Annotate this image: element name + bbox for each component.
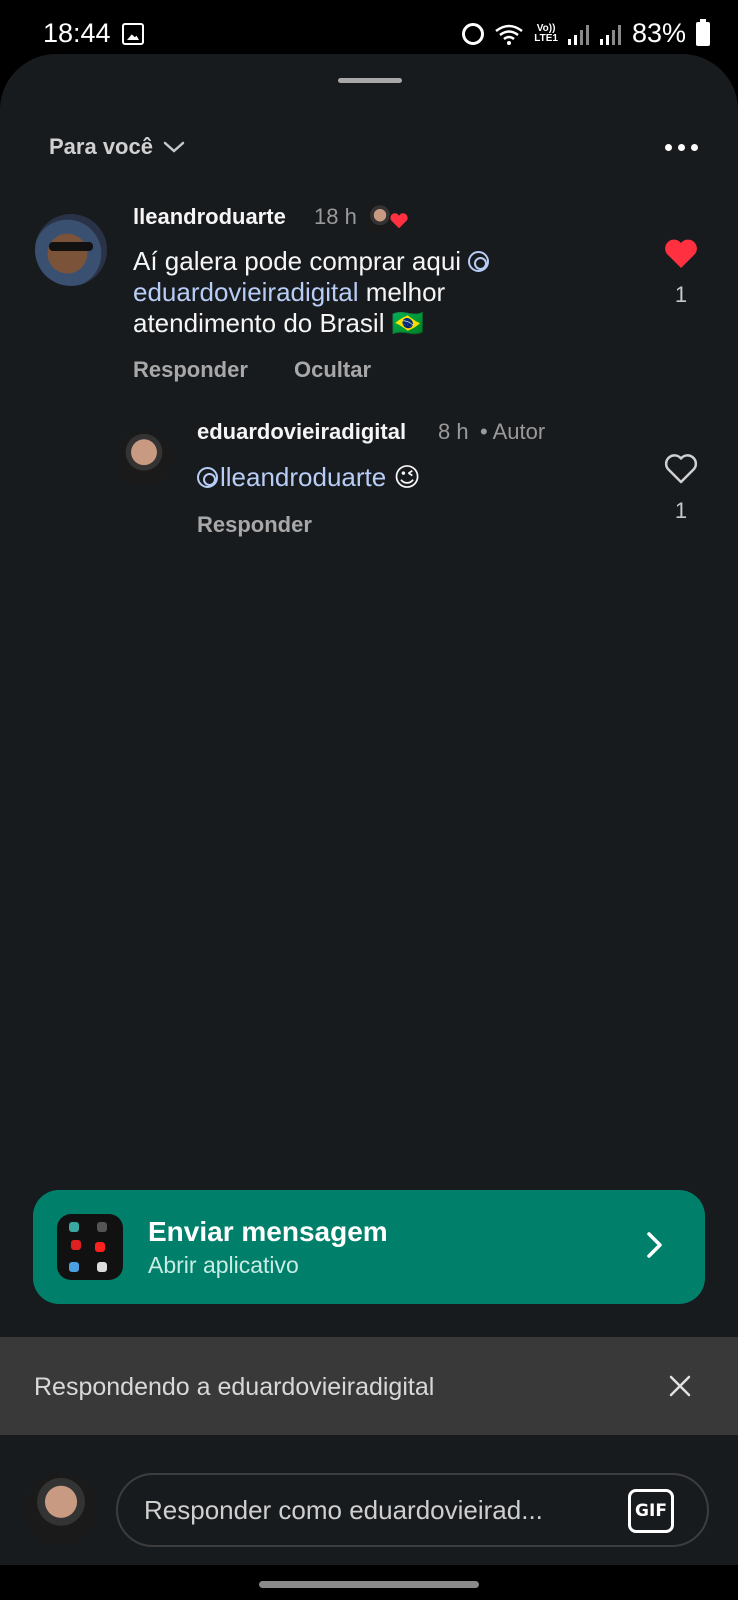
reply-input[interactable] bbox=[116, 1473, 709, 1547]
current-user-avatar bbox=[25, 1473, 97, 1545]
more-horizontal-icon bbox=[665, 144, 672, 151]
close-icon[interactable] bbox=[666, 1372, 694, 1400]
cta-title: Enviar mensagem bbox=[148, 1216, 388, 1247]
comment-username[interactable]: lleandroduarte bbox=[133, 204, 286, 230]
chevron-right-icon bbox=[647, 1232, 662, 1258]
hide-button[interactable]: Ocultar bbox=[294, 357, 371, 383]
threads-at-icon bbox=[197, 467, 218, 488]
wifi-icon bbox=[495, 24, 523, 45]
system-nav-bar bbox=[0, 1565, 738, 1600]
gif-button[interactable]: GIF bbox=[628, 1489, 674, 1533]
reply-button[interactable]: Responder bbox=[197, 512, 312, 538]
heart-filled-icon[interactable] bbox=[663, 237, 699, 269]
battery-percent: 83% bbox=[631, 18, 686, 48]
author-badge: • Autor bbox=[480, 419, 546, 444]
signal-icon bbox=[567, 23, 590, 45]
filter-label: Para você bbox=[49, 134, 153, 159]
status-icons: Vo)) LTE1 83% bbox=[462, 18, 710, 49]
battery-icon bbox=[696, 18, 710, 46]
reply-button[interactable]: Responder bbox=[133, 357, 248, 383]
status-time: 18:44 bbox=[43, 18, 111, 48]
avatar-eduardovieiradigital[interactable] bbox=[115, 429, 173, 487]
gallery-notification-icon bbox=[122, 23, 144, 45]
author-liked-heart-icon bbox=[388, 211, 410, 231]
replying-to-text: Respondendo a eduardovieiradigital bbox=[34, 1373, 435, 1401]
like-count: 1 bbox=[674, 282, 688, 307]
status-bar: 18:44 Vo)) LTE1 83% bbox=[0, 0, 738, 62]
threads-at-icon bbox=[468, 251, 490, 272]
cta-subtitle: Abrir aplicativo bbox=[148, 1252, 299, 1278]
filter-dropdown[interactable]: Para você bbox=[49, 134, 185, 160]
comment-text: Aí galera pode comprar aqui eduardovieir… bbox=[133, 246, 563, 339]
comment-text: lleandroduarte 😉 bbox=[197, 462, 597, 493]
mention-link[interactable]: lleandroduarte bbox=[197, 462, 386, 492]
heart-outline-icon[interactable] bbox=[663, 452, 699, 484]
comment-time: 8 h bbox=[438, 419, 469, 444]
comment-username[interactable]: eduardovieiradigital bbox=[197, 419, 406, 445]
like-count: 1 bbox=[674, 498, 688, 523]
signal-icon-2 bbox=[599, 23, 622, 45]
sheet-drag-handle[interactable] bbox=[338, 78, 402, 83]
send-message-banner[interactable]: Enviar mensagem Abrir aplicativo bbox=[33, 1190, 705, 1304]
app-icon bbox=[57, 1214, 123, 1280]
home-gesture-handle[interactable] bbox=[259, 1581, 479, 1588]
reply-composer: GIF bbox=[0, 1435, 738, 1565]
network-type-label: Vo)) LTE1 bbox=[534, 22, 558, 44]
comment-time: 18 h bbox=[314, 204, 357, 229]
alarm-icon bbox=[462, 22, 485, 45]
chevron-down-icon bbox=[163, 141, 185, 153]
replying-to-bar: Respondendo a eduardovieiradigital bbox=[0, 1337, 738, 1435]
more-options-button[interactable] bbox=[665, 144, 698, 151]
avatar-lleandroduarte[interactable] bbox=[35, 214, 107, 286]
